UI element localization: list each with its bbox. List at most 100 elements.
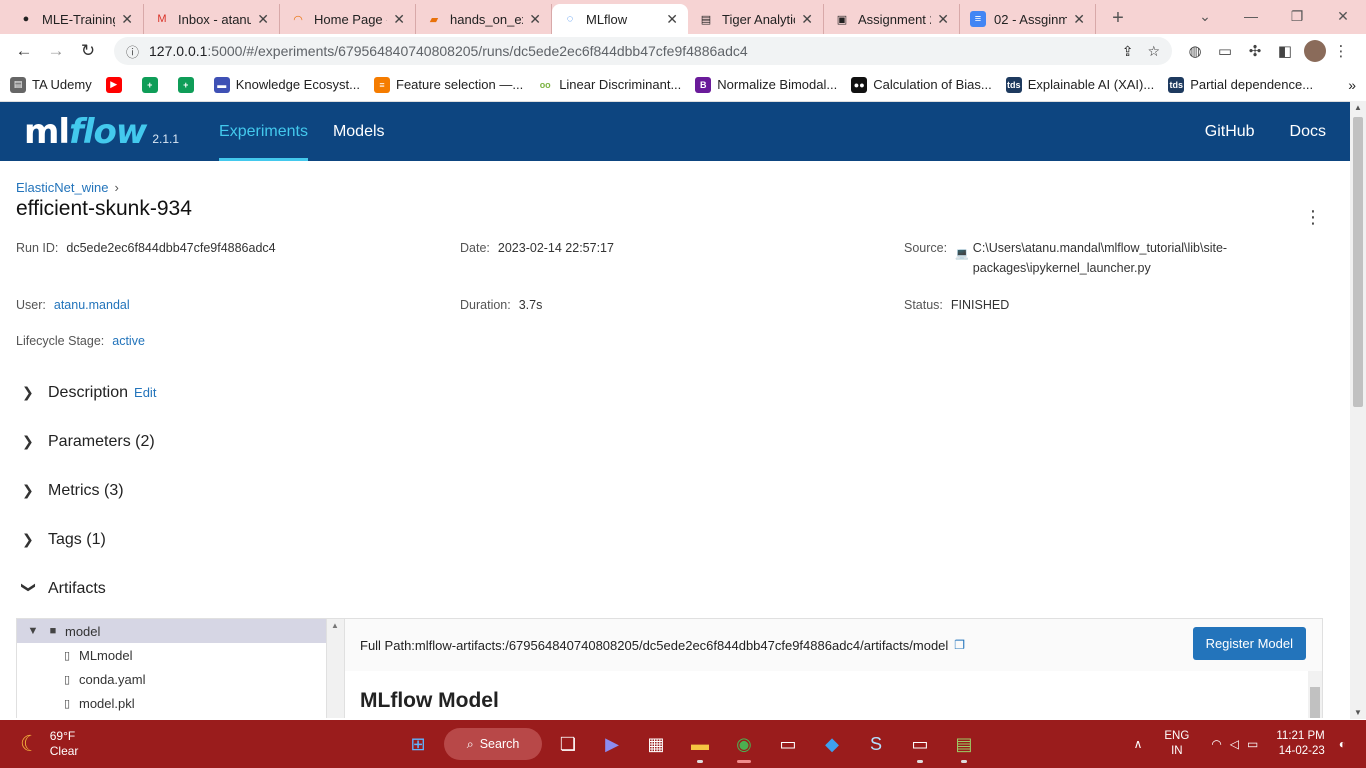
mlflow-logo[interactable]: mlflow bbox=[24, 112, 147, 152]
chrome-icon[interactable]: ◉ bbox=[722, 724, 766, 764]
run-page: ElasticNet_wine › efficient-skunk-934 ⋮ R… bbox=[0, 161, 1366, 718]
tab-home-page[interactable]: ◠ Home Page - ✕ bbox=[280, 4, 416, 34]
tab-mlflow[interactable]: ◌ MLflow ✕ bbox=[552, 4, 688, 34]
close-icon[interactable]: ✕ bbox=[666, 11, 678, 28]
tray-chevron-icon[interactable]: ∧ bbox=[1134, 737, 1143, 751]
scroll-thumb[interactable] bbox=[1310, 687, 1320, 718]
scroll-up-icon[interactable]: ▲ bbox=[1354, 103, 1362, 112]
scroll-thumb[interactable] bbox=[1353, 117, 1363, 407]
bookmark-feature-selection[interactable]: ≡ Feature selection —... bbox=[374, 76, 523, 93]
tree-item-label: model.pkl bbox=[79, 695, 135, 711]
page-scrollbar[interactable]: ▲ ▼ bbox=[1350, 101, 1366, 719]
bookmark-knowledge[interactable]: ▬ Knowledge Ecosyst... bbox=[213, 76, 360, 93]
volume-icon[interactable]: ◁ bbox=[1230, 737, 1239, 751]
bookmark-ta-udemy[interactable]: ▤ TA Udemy bbox=[10, 76, 92, 93]
share-icon[interactable]: ⇪ bbox=[1122, 43, 1134, 60]
new-tab-button[interactable]: + bbox=[1104, 4, 1132, 32]
minimize-icon[interactable]: — bbox=[1228, 0, 1274, 32]
tab-inbox[interactable]: M Inbox - atanu ✕ bbox=[144, 4, 280, 34]
scroll-up-icon[interactable]: ▲ bbox=[331, 621, 339, 630]
menu-icon[interactable]: ⋮ bbox=[1326, 37, 1356, 65]
terminal-icon[interactable]: ▭ bbox=[766, 724, 810, 764]
user-link[interactable]: atanu.mandal bbox=[54, 298, 130, 312]
close-icon[interactable]: ✕ bbox=[121, 11, 133, 28]
bookmark-sheets-2[interactable]: + bbox=[177, 76, 200, 93]
notepad-icon[interactable]: ▤ bbox=[942, 724, 986, 764]
docs-link[interactable]: Docs bbox=[1290, 123, 1326, 141]
side-panel-icon[interactable]: ◧ bbox=[1270, 37, 1300, 65]
spyder-icon[interactable]: S bbox=[854, 724, 898, 764]
close-icon[interactable]: ✕ bbox=[1073, 11, 1085, 28]
copy-icon[interactable]: ❐ bbox=[954, 638, 965, 652]
tab-mle-training[interactable]: ● MLE-Training ✕ bbox=[8, 4, 144, 34]
extension-icon[interactable]: ◍ bbox=[1180, 37, 1210, 65]
more-options-icon[interactable]: ⋮ bbox=[1304, 207, 1322, 228]
tab-tiger-analytics[interactable]: ▤ Tiger Analytic ✕ bbox=[688, 4, 824, 34]
scroll-down-icon[interactable]: ▼ bbox=[1354, 708, 1362, 717]
back-icon[interactable]: ← bbox=[10, 37, 38, 65]
tree-file-pkl[interactable]: ▯ model.pkl bbox=[17, 691, 326, 715]
bookmark-bias[interactable]: ●● Calculation of Bias... bbox=[851, 76, 992, 93]
forward-icon[interactable]: → bbox=[42, 37, 70, 65]
battery-icon[interactable]: ▭ bbox=[1247, 737, 1258, 751]
mlflow-header: mlflow 2.1.1 Experiments Models GitHub D… bbox=[0, 102, 1366, 161]
nav-models[interactable]: Models bbox=[333, 102, 385, 161]
maximize-icon[interactable]: ❐ bbox=[1274, 0, 1320, 32]
weather-widget[interactable]: ☾ 69°F Clear bbox=[0, 729, 200, 759]
close-icon[interactable]: ✕ bbox=[801, 11, 813, 28]
profile-avatar[interactable] bbox=[1304, 40, 1326, 62]
tree-scrollbar[interactable]: ▲ bbox=[327, 619, 345, 718]
detail-scrollbar[interactable] bbox=[1308, 671, 1322, 718]
clock[interactable]: 11:21 PM 14-02-23 bbox=[1276, 729, 1324, 759]
tags-section[interactable]: ❯ Tags (1) bbox=[16, 515, 1350, 564]
bookmark-normalize[interactable]: B Normalize Bimodal... bbox=[695, 76, 837, 93]
store-icon[interactable]: ▦ bbox=[634, 724, 678, 764]
description-section[interactable]: ❯ Description Edit bbox=[16, 368, 1350, 417]
tab-assignment-2[interactable]: ▣ Assignment 2 ✕ bbox=[824, 4, 960, 34]
search-icon: ⌕ bbox=[466, 736, 474, 751]
tab-hands-on[interactable]: ▰ hands_on_exa ✕ bbox=[416, 4, 552, 34]
info-icon[interactable]: ⓘ bbox=[126, 42, 139, 61]
breadcrumb-experiment[interactable]: ElasticNet_wine bbox=[16, 180, 109, 195]
bookmark-pdp[interactable]: tds Partial dependence... bbox=[1168, 76, 1313, 93]
bookmark-lda[interactable]: oo Linear Discriminant... bbox=[537, 76, 681, 93]
close-icon[interactable]: ✕ bbox=[393, 11, 405, 28]
close-icon[interactable]: ✕ bbox=[937, 11, 949, 28]
language-indicator[interactable]: ENG IN bbox=[1164, 729, 1189, 759]
bookmark-star-icon[interactable]: ☆ bbox=[1147, 43, 1160, 60]
address-path: :5000/#/experiments/679564840740808205/r… bbox=[207, 43, 748, 59]
close-icon[interactable]: ✕ bbox=[257, 11, 269, 28]
cast-icon[interactable]: ▭ bbox=[1210, 37, 1240, 65]
tab-assignment-doc[interactable]: ≡ 02 - Assginm ✕ bbox=[960, 4, 1096, 34]
cmd-icon[interactable]: ▭ bbox=[898, 724, 942, 764]
parameters-section[interactable]: ❯ Parameters (2) bbox=[16, 417, 1350, 466]
tree-folder-model[interactable]: ▼ ■ model bbox=[17, 619, 326, 643]
user-field: User: atanu.mandal bbox=[16, 298, 130, 312]
bookmark-youtube[interactable]: ▶ bbox=[105, 76, 128, 93]
edit-description-link[interactable]: Edit bbox=[134, 385, 156, 400]
puzzle-icon[interactable]: ✣ bbox=[1240, 37, 1270, 65]
taskbar-search[interactable]: ⌕ Search bbox=[444, 728, 542, 760]
notification-icon[interactable]: ◐ bbox=[1339, 737, 1346, 751]
reload-icon[interactable]: ↻ bbox=[74, 37, 102, 65]
close-window-icon[interactable]: ✕ bbox=[1320, 0, 1366, 32]
register-model-button[interactable]: Register Model bbox=[1192, 627, 1306, 660]
task-view-icon[interactable]: ❏ bbox=[546, 724, 590, 764]
wifi-icon[interactable]: ◠ bbox=[1211, 737, 1221, 751]
metrics-section[interactable]: ❯ Metrics (3) bbox=[16, 466, 1350, 515]
artifacts-section[interactable]: ❯ Artifacts bbox=[16, 564, 1350, 613]
teams-icon[interactable]: ▶ bbox=[590, 724, 634, 764]
close-icon[interactable]: ✕ bbox=[529, 11, 541, 28]
tab-search-icon[interactable]: ⌄ bbox=[1182, 0, 1228, 32]
github-link[interactable]: GitHub bbox=[1205, 123, 1255, 141]
vscode-icon[interactable]: ◆ bbox=[810, 724, 854, 764]
address-bar[interactable]: ⓘ 127.0.0.1:5000/#/experiments/679564840… bbox=[114, 37, 1172, 65]
start-icon[interactable]: ⊞ bbox=[396, 724, 440, 764]
file-explorer-icon[interactable]: ▬ bbox=[678, 724, 722, 764]
bookmark-sheets-1[interactable]: + bbox=[141, 76, 164, 93]
nav-experiments[interactable]: Experiments bbox=[219, 102, 308, 161]
tree-file-mlmodel[interactable]: ▯ MLmodel bbox=[17, 643, 326, 667]
bookmark-xai[interactable]: tds Explainable AI (XAI)... bbox=[1005, 76, 1154, 93]
tree-file-conda[interactable]: ▯ conda.yaml bbox=[17, 667, 326, 691]
more-bookmarks-icon[interactable]: » bbox=[1348, 77, 1356, 93]
